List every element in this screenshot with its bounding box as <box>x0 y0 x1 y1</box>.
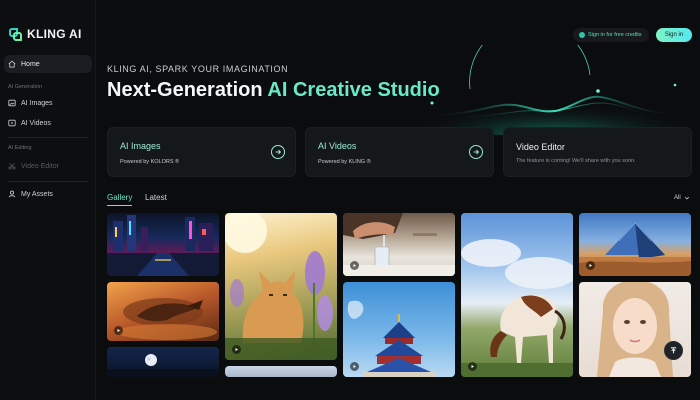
logo-text: KLING AI <box>27 27 82 41</box>
sidebar-item-label: Video Editor <box>21 162 60 170</box>
gallery-item-temple[interactable] <box>343 282 455 377</box>
sidebar-divider <box>8 181 88 182</box>
gallery-item-pyramid[interactable] <box>579 213 691 276</box>
sidebar-item-label: My Assets <box>21 190 53 198</box>
gallery-item-dragon[interactable] <box>107 282 219 341</box>
dragon-image <box>117 298 217 340</box>
filter-dropdown[interactable]: All <box>674 195 690 201</box>
home-icon <box>8 60 16 68</box>
arrow-right-icon[interactable] <box>469 145 483 159</box>
gallery-item-horse[interactable] <box>461 213 573 377</box>
user-icon <box>8 190 16 198</box>
image-icon <box>8 99 16 107</box>
tab-active-indicator <box>107 205 132 206</box>
sidebar-item-label: AI Images <box>21 99 53 107</box>
gallery-item-city-night[interactable] <box>107 213 219 276</box>
gallery-item-portrait[interactable] <box>579 282 691 377</box>
city-night-image <box>107 215 219 276</box>
headline-accent: AI Creative Studio <box>267 79 440 101</box>
play-icon <box>468 362 477 371</box>
gallery-item-sky[interactable] <box>225 366 337 377</box>
card-ai-videos[interactable]: AI Videos Powered by KLING ® <box>305 127 494 177</box>
card-title: AI Videos <box>318 141 357 151</box>
gallery-item-water-glass[interactable] <box>343 213 455 276</box>
section-ai-editing: AI Editing <box>8 145 32 151</box>
woman-portrait-image <box>597 282 673 377</box>
card-subtitle: Powered by KOLORS ® <box>120 159 180 165</box>
card-ai-images[interactable]: AI Images Powered by KOLORS ® <box>107 127 296 177</box>
sidebar-item-my-assets[interactable]: My Assets <box>4 185 92 203</box>
glass-pyramid-image <box>579 222 691 276</box>
credits-label: Sign in for free credits <box>588 32 642 38</box>
play-icon <box>350 261 359 270</box>
hero-headline: Next-Generation AI Creative Studio <box>107 79 440 102</box>
sidebar-item-home[interactable]: Home <box>4 55 92 73</box>
horse-meadow-image <box>461 239 573 377</box>
sidebar-divider <box>8 137 88 138</box>
gallery-item-kitten[interactable] <box>225 213 337 360</box>
hero-tagline: KLING AI, SPARK YOUR IMAGINATION <box>107 64 289 74</box>
section-ai-generation: AI Generation <box>8 84 42 90</box>
play-icon <box>586 261 595 270</box>
filter-label: All <box>674 195 681 201</box>
card-video-editor: Video Editor The feature is coming! We'l… <box>503 127 692 177</box>
sidebar-item-label: AI Videos <box>21 119 51 127</box>
headline-plain: Next-Generation <box>107 79 268 101</box>
video-icon <box>8 119 16 127</box>
arrow-up-icon <box>670 347 677 354</box>
kling-logo-icon <box>9 27 22 41</box>
card-subtitle: The feature is coming! We'll share with … <box>516 158 636 164</box>
temple-image <box>347 300 435 377</box>
tab-latest[interactable]: Latest <box>145 193 167 202</box>
pouring-water-image <box>343 213 455 276</box>
moon-night-image <box>107 354 219 377</box>
play-icon <box>350 362 359 371</box>
play-icon <box>232 345 241 354</box>
chevron-down-icon <box>684 196 689 200</box>
sidebar-item-ai-videos[interactable]: AI Videos <box>4 114 92 132</box>
card-title: AI Images <box>120 141 161 151</box>
free-credits-button[interactable]: Sign in for free credits <box>573 28 649 42</box>
sign-in-button[interactable]: Sign in <box>656 28 692 42</box>
scissors-icon <box>8 162 16 170</box>
sidebar-item-label: Home <box>21 60 40 68</box>
kitten-flowers-image <box>225 213 337 360</box>
tab-gallery[interactable]: Gallery <box>107 193 132 202</box>
scroll-to-top-button[interactable] <box>664 341 683 360</box>
sidebar-item-video-editor[interactable]: Video Editor <box>4 157 92 175</box>
hero-wave-graphic <box>424 45 686 135</box>
arrow-right-icon[interactable] <box>271 145 285 159</box>
card-title: Video Editor <box>516 142 565 152</box>
play-icon <box>114 326 123 335</box>
sidebar-item-ai-images[interactable]: AI Images <box>4 94 92 112</box>
card-subtitle: Powered by KLING ® <box>318 159 371 165</box>
sidebar: KLING AI Home AI Generation AI Images AI… <box>0 0 96 400</box>
logo[interactable]: KLING AI <box>9 27 82 41</box>
credits-icon <box>579 32 585 38</box>
gallery-item-moon[interactable] <box>107 347 219 377</box>
